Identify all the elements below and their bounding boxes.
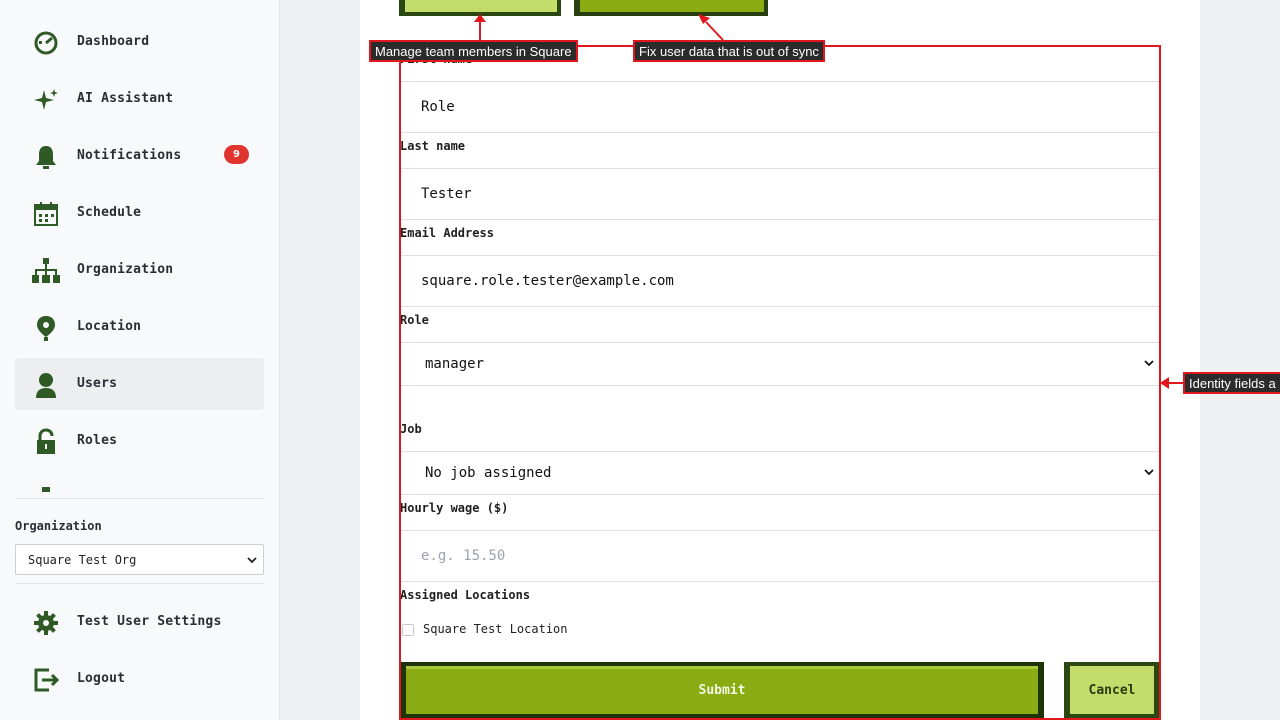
first-name-input[interactable]: Role [400, 81, 1160, 133]
cancel-button[interactable]: Cancel [1064, 662, 1160, 720]
partial-nav-icon [31, 485, 61, 492]
user-icon [31, 371, 61, 399]
location-checkbox-label: Square Test Location [423, 622, 568, 636]
last-name-input[interactable]: Tester [400, 168, 1160, 220]
org-chart-icon [31, 257, 61, 285]
submit-label: Submit [406, 666, 1038, 714]
assigned-locations-label: Assigned Locations [400, 588, 531, 602]
gear-icon [31, 609, 61, 637]
last-name-label: Last name [400, 139, 466, 153]
sidebar-item-roles[interactable]: Roles [15, 415, 264, 467]
hourly-wage-input[interactable]: e.g. 15.50 [400, 530, 1160, 582]
sidebar-item-label: Users [77, 376, 118, 391]
user-edit-form: First name Role Last name Tester Email A… [400, 44, 1160, 720]
calendar-icon [31, 200, 61, 228]
sidebar-item-partial[interactable] [15, 472, 264, 492]
logout-button[interactable]: Logout [15, 653, 264, 705]
sidebar-item-label: Notifications [77, 148, 182, 163]
logout-icon [31, 666, 61, 694]
notification-count-badge: 9 [224, 145, 249, 164]
sidebar: Dashboard AI Assistant Notifications 9 S… [0, 0, 280, 720]
fix-sync-button[interactable] [574, 0, 768, 16]
sidebar-item-label: Roles [77, 433, 118, 448]
submit-button[interactable]: Submit [400, 662, 1044, 720]
job-select[interactable]: No job assigned [400, 451, 1160, 495]
sidebar-item-label: Organization [77, 262, 174, 277]
sidebar-item-dashboard[interactable]: Dashboard [15, 16, 264, 68]
map-pin-icon [31, 314, 61, 342]
test-user-settings-button[interactable]: Test User Settings [15, 596, 264, 648]
annotation-identity-fields: Identity fields a [1183, 372, 1280, 394]
annotation-manage-team: Manage team members in Square [369, 40, 578, 62]
email-label: Email Address [400, 226, 494, 240]
bell-icon [31, 143, 61, 171]
dashboard-icon [31, 29, 61, 57]
sidebar-item-label: Logout [77, 671, 126, 686]
role-select[interactable]: manager [400, 342, 1160, 386]
sidebar-item-users[interactable]: Users [15, 358, 264, 410]
lock-icon [31, 428, 61, 456]
annotation-fix-sync: Fix user data that is out of sync [633, 40, 825, 62]
location-checkbox[interactable] [402, 624, 414, 636]
sidebar-nav: Dashboard AI Assistant Notifications 9 S… [15, 0, 264, 492]
sidebar-item-label: AI Assistant [77, 91, 174, 106]
organization-selected-value: Square Test Org [28, 552, 137, 567]
sidebar-item-notifications[interactable]: Notifications 9 [15, 130, 264, 182]
role-selected-value: manager [425, 356, 485, 372]
chevron-down-icon [1144, 358, 1154, 368]
organization-label: Organization [15, 519, 102, 533]
sidebar-item-location[interactable]: Location [15, 301, 264, 353]
sidebar-item-label: Dashboard [77, 34, 150, 49]
sidebar-item-label: Schedule [77, 205, 142, 220]
chevron-down-icon [247, 555, 257, 565]
sidebar-item-organization[interactable]: Organization [15, 244, 264, 296]
sidebar-item-ai-assistant[interactable]: AI Assistant [15, 73, 264, 125]
sparkle-icon [31, 86, 61, 114]
job-selected-value: No job assigned [425, 465, 552, 481]
email-input[interactable]: square.role.tester@example.com [400, 255, 1160, 307]
sidebar-item-label: Test User Settings [77, 614, 222, 629]
organization-select[interactable]: Square Test Org [15, 544, 264, 575]
sidebar-item-schedule[interactable]: Schedule [15, 187, 264, 239]
role-label: Role [400, 313, 429, 327]
sidebar-divider [15, 498, 264, 499]
sidebar-item-label: Location [77, 319, 142, 334]
sidebar-divider [15, 583, 264, 584]
chevron-down-icon [1144, 467, 1154, 477]
hourly-wage-label: Hourly wage ($) [400, 501, 509, 515]
job-label: Job [400, 422, 422, 436]
cancel-label: Cancel [1070, 666, 1154, 714]
manage-team-button[interactable] [399, 0, 561, 16]
